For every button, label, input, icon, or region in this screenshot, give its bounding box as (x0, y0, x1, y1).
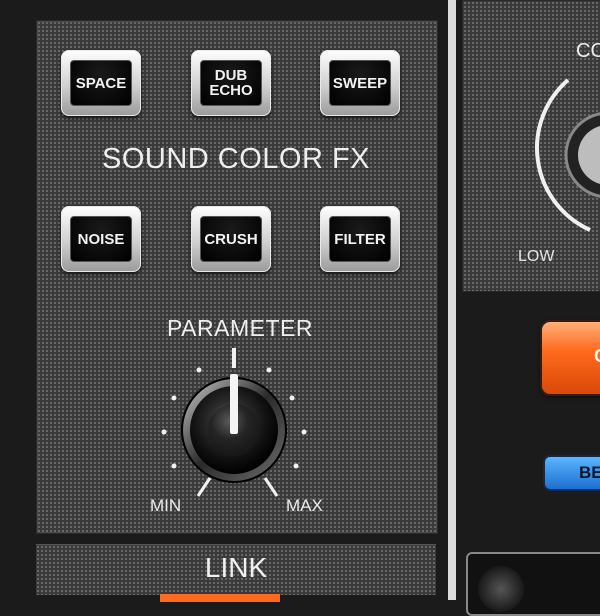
max-label: MAX (286, 496, 323, 515)
filter-button[interactable]: FILTER (320, 206, 400, 272)
space-button[interactable]: SPACE (61, 50, 141, 116)
crush-button-label: CRUSH (200, 216, 262, 262)
filter-button-label: FILTER (329, 216, 391, 262)
min-label: MIN (150, 496, 182, 515)
min-tick (196, 477, 212, 497)
low-label: LOW (518, 248, 555, 265)
parameter-knob[interactable] (140, 340, 340, 510)
orange-indicator-strip (160, 594, 280, 602)
max-tick (263, 477, 279, 497)
noise-button[interactable]: NOISE (61, 206, 141, 272)
sweep-button-label: SWEEP (329, 60, 391, 106)
noise-button-label: NOISE (70, 216, 132, 262)
space-button-label: SPACE (70, 60, 132, 106)
knob-top-mark (232, 348, 236, 368)
sound-color-fx-title: SOUND COLOR FX (101, 143, 371, 175)
input-jack-icon[interactable] (478, 566, 524, 612)
blue-button[interactable]: BE (545, 457, 600, 489)
right-rotary-knob[interactable] (528, 50, 600, 250)
dub-echo-button[interactable]: DUB ECHO (191, 50, 271, 116)
blue-button-label: BE (579, 463, 600, 482)
orange-button[interactable]: C (542, 322, 600, 394)
knob-pointer (230, 374, 238, 434)
crush-button[interactable]: CRUSH (191, 206, 271, 272)
orange-button-label: C (594, 346, 600, 367)
dub-echo-button-label: DUB ECHO (200, 60, 262, 106)
parameter-title: PARAMETER (167, 315, 313, 341)
link-label: LINK (204, 552, 268, 583)
panel-divider (448, 0, 456, 600)
sweep-button[interactable]: SWEEP (320, 50, 400, 116)
